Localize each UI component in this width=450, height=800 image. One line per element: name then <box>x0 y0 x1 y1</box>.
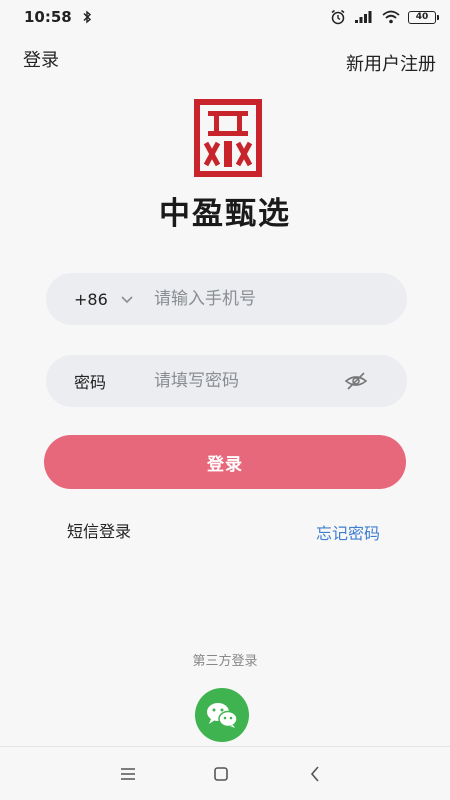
logo-icon <box>194 99 262 177</box>
forgot-password-link[interactable]: 忘记密码 <box>316 520 380 544</box>
country-code[interactable]: +86 <box>74 290 108 309</box>
password-field: 密码 <box>46 355 407 407</box>
status-time: 10:58 <box>24 8 72 26</box>
battery-icon: 40 <box>408 10 439 24</box>
battery-level: 40 <box>415 12 429 22</box>
wechat-icon <box>207 703 238 728</box>
back-icon[interactable] <box>305 763 327 785</box>
third-party-label: 第三方登录 <box>192 654 258 669</box>
status-indicators: 40 <box>330 9 439 25</box>
sms-login-link[interactable]: 短信登录 <box>67 518 131 542</box>
chevron-down-icon[interactable] <box>120 292 134 306</box>
signal-icon <box>355 11 372 23</box>
top-nav: 登录 新用户注册 <box>0 44 450 76</box>
login-tab[interactable]: 登录 <box>23 46 59 72</box>
menu-icon[interactable] <box>117 763 139 785</box>
phone-field: +86 <box>46 273 407 325</box>
system-nav-bar <box>0 746 450 800</box>
password-label: 密码 <box>74 373 107 392</box>
brand-name: 中盈甄选 <box>159 196 291 232</box>
wechat-login-button[interactable] <box>195 688 249 742</box>
alarm-icon <box>331 9 345 25</box>
wifi-icon <box>382 10 400 24</box>
home-icon[interactable] <box>210 763 232 785</box>
bluetooth-icon <box>83 10 91 24</box>
password-input[interactable] <box>154 371 324 391</box>
register-link[interactable]: 新用户注册 <box>346 50 436 76</box>
login-button[interactable]: 登录 <box>44 435 406 489</box>
phone-input[interactable] <box>154 289 374 309</box>
status-bar: 10:58 40 <box>0 0 450 34</box>
eye-off-icon[interactable] <box>344 369 368 393</box>
